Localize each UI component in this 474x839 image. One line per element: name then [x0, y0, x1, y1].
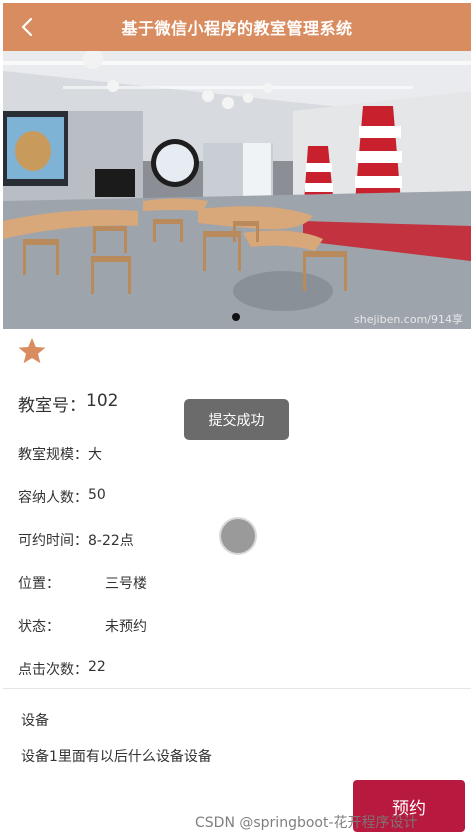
detail-value: 8-22点 — [88, 533, 134, 549]
detail-label: 状态： — [18, 619, 60, 635]
star-icon[interactable] — [17, 336, 47, 366]
csdn-watermark: CSDN @springboot-花开程序设计 — [195, 815, 418, 831]
detail-value: 22 — [88, 659, 106, 675]
detail-row-location: 位置： 三号楼 — [18, 573, 147, 593]
detail-value: 50 — [88, 487, 106, 503]
page-title: 基于微信小程序的教室管理系统 — [121, 19, 353, 38]
success-toast: 提交成功 — [184, 399, 289, 440]
detail-row-scale: 教室规模：大 — [18, 444, 102, 464]
detail-value: 大 — [88, 447, 102, 463]
loading-indicator — [221, 519, 255, 553]
detail-row-capacity: 容纳人数： 50 — [18, 487, 106, 507]
photo-watermark: shejiben.com/914享 — [354, 313, 463, 326]
detail-label: 点击次数： — [18, 662, 88, 678]
room-number: 教室号： 102 — [18, 391, 118, 416]
back-icon[interactable] — [17, 16, 39, 38]
detail-row-available-time: 可约时间： 8-22点 — [18, 530, 134, 550]
detail-value: 三号楼 — [105, 576, 147, 592]
section-divider — [3, 688, 471, 689]
detail-row-clicks: 点击次数： 22 — [18, 659, 106, 679]
detail-value: 未预约 — [105, 619, 147, 635]
room-number-value: 102 — [86, 391, 119, 411]
detail-label: 位置： — [18, 576, 60, 592]
carousel-indicator-dot[interactable] — [232, 313, 240, 321]
detail-row-status: 状态： 未预约 — [18, 616, 147, 636]
detail-label: 容纳人数： — [18, 490, 88, 506]
app-header: 基于微信小程序的教室管理系统 — [3, 3, 471, 51]
detail-label: 教室规模： — [18, 447, 88, 463]
room-number-label: 教室号： — [18, 396, 86, 416]
classroom-photo-carousel[interactable]: shejiben.com/914享 — [3, 51, 471, 329]
equipment-title: 设备 — [21, 713, 49, 729]
classroom-photo — [3, 51, 471, 329]
detail-label: 可约时间： — [18, 533, 88, 549]
equipment-description: 设备1里面有以后什么设备设备 — [21, 749, 212, 765]
